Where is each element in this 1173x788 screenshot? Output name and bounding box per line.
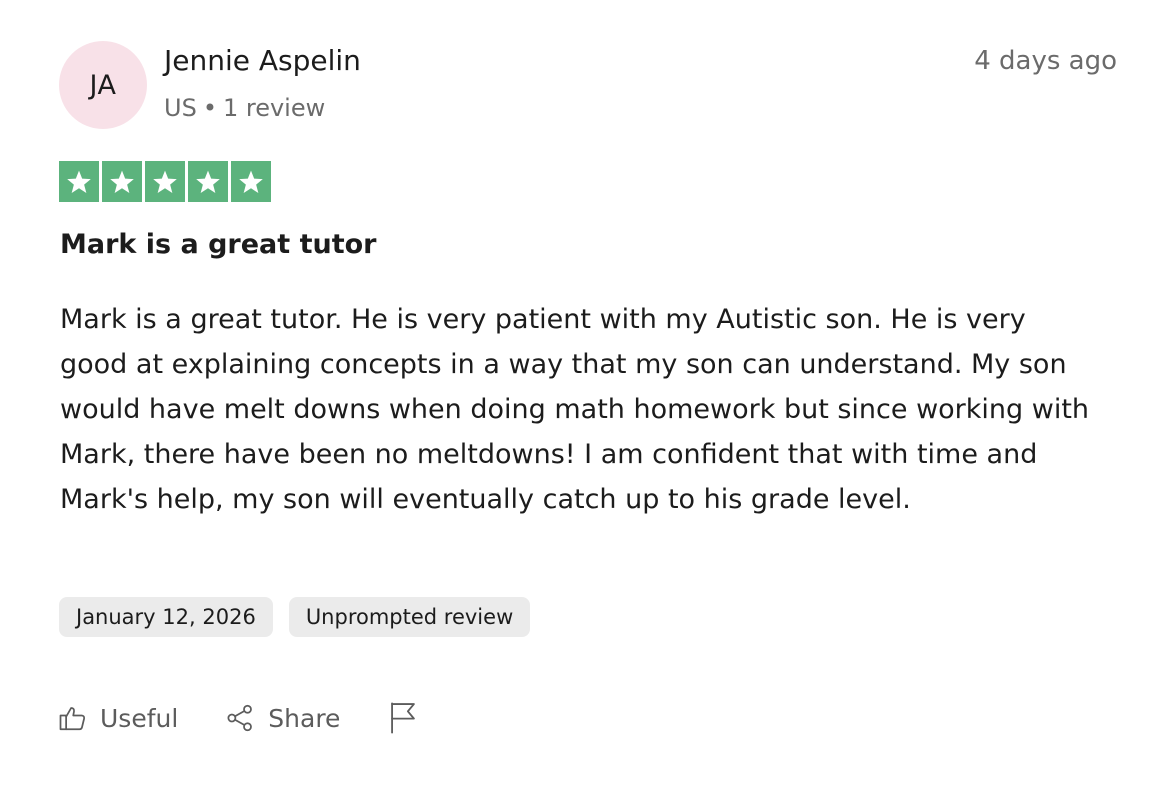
- reviewer-meta: US • 1 review: [164, 91, 325, 125]
- useful-button[interactable]: Useful: [58, 703, 178, 733]
- thumbs-up-icon: [58, 703, 88, 733]
- useful-label: Useful: [100, 703, 179, 733]
- meta-separator: •: [202, 94, 217, 122]
- star-icon: [102, 161, 142, 202]
- review-tags: January 12, 2026 Unprompted review: [59, 597, 531, 637]
- avatar[interactable]: JA: [59, 41, 147, 129]
- review-body: Mark is a great tutor. He is very patien…: [60, 304, 1090, 515]
- review-actions: Useful Share: [58, 696, 430, 740]
- star-icon: [231, 161, 271, 202]
- share-icon: [224, 703, 256, 733]
- share-button[interactable]: Share: [224, 703, 340, 733]
- reviewer-country: US: [164, 94, 197, 122]
- star-icon: [145, 161, 185, 202]
- reviewer-review-count: 1 review: [222, 94, 326, 122]
- star-icon: [59, 161, 99, 202]
- avatar-initials: JA: [89, 69, 117, 101]
- share-label: Share: [268, 703, 341, 733]
- review-card: JA Jennie Aspelin US • 1 review 4 days ago…: [0, 0, 1173, 788]
- star-icon: [188, 161, 228, 202]
- review-title[interactable]: Mark is a great tutor: [60, 226, 377, 264]
- reviewer-name[interactable]: Jennie Aspelin: [164, 43, 361, 79]
- date-tag: January 12, 2026: [59, 597, 273, 637]
- review-type-tag[interactable]: Unprompted review: [288, 597, 531, 637]
- flag-icon: [388, 701, 418, 735]
- report-button[interactable]: [388, 701, 430, 735]
- star-rating: [59, 161, 271, 202]
- review-time: 4 days ago: [974, 46, 1117, 76]
